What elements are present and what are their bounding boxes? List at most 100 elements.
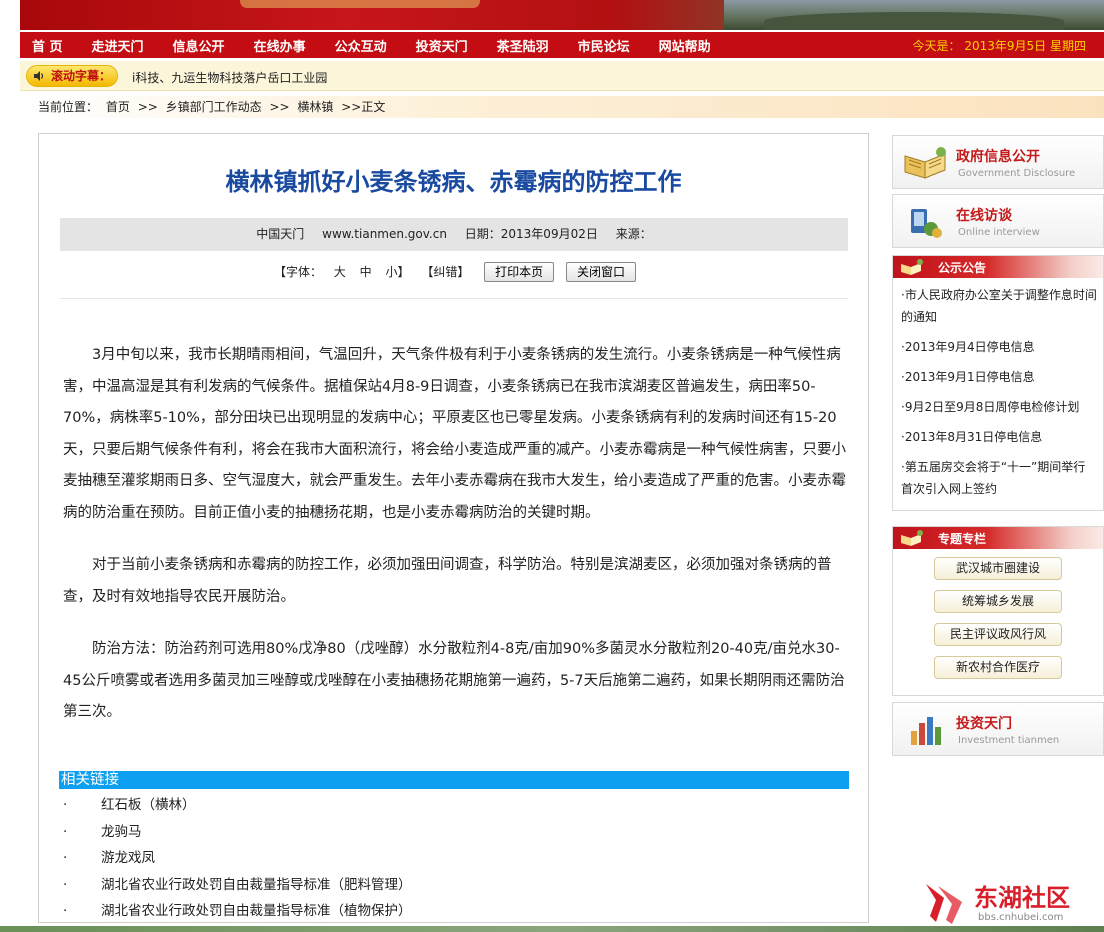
article-meta: 中国天门 www.tianmen.gov.cn 日期：2013年09月02日 来… [60,218,848,251]
notice-list: ·市人民政府办公室关于调整作息时间的通知 ·2013年9月4日停电信息 ·201… [893,278,1103,510]
article-paragraph: 防治方法：防治药剂可选用80%戊净80（戊唑醇）水分散粒剂4-8克/亩加90%多… [63,641,845,720]
breadcrumb-henglin[interactable]: 横林镇 [297,100,333,114]
forum-watermark: 东湖社区 bbs.cnhubei.com [922,876,1098,928]
related-link[interactable]: 湖北省农业行政处罚自由裁量指导标准（植物保护） [101,903,412,919]
taskbar-strip [0,926,1104,932]
article-title: 横林镇抓好小麦条锈病、赤霉病的防控工作 [225,167,682,196]
notice-panel-title: 公示公告 [938,261,987,275]
gov-disclosure-subtitle: Government Disclosure [958,168,1076,179]
main-nav: 首 页 走进天门 信息公开 在线办事 公众互动 投资天门 茶圣陆羽 市民论坛 网… [20,32,1104,58]
related-link[interactable]: 湖北省农业行政处罚自由裁量指导标准（肥料管理） [101,877,412,893]
font-size-mid-link[interactable]: 中 [360,265,372,279]
investment-title: 投资天门 [956,716,1012,732]
donghu-logo-icon [926,884,962,924]
related-link-item: · 湖北省农业行政处罚自由裁量指导标准（植物保护） [63,898,843,925]
notice-panel-header: 公示公告 [893,256,1103,278]
interview-icon [911,209,942,238]
top-banner [20,0,1104,30]
investment-subtitle: Investment tianmen [958,735,1060,746]
related-link-item: · 湖北省农业行政处罚自由裁量指导标准（肥料管理） [63,872,843,899]
article-body: 3月中旬以来，我市长期晴雨相间，气温回升，天气条件极有利于小麦条锈病的发生流行。… [63,340,847,750]
online-interview-title: 在线访谈 [956,208,1012,224]
gov-disclosure-title: 政府信息公开 [956,149,1040,165]
nav-item-forum[interactable]: 市民论坛 [578,36,630,55]
bullet: · [63,823,68,840]
nav-item-luyu[interactable]: 茶圣陆羽 [497,36,549,55]
meta-url: www.tianmen.gov.cn [322,227,447,241]
print-page-button[interactable]: 打印本页 [484,262,555,282]
topic-button-rural-medical[interactable]: 新农村合作医疗 [934,656,1062,679]
breadcrumb-dept-news[interactable]: 乡镇部门工作动态 [166,100,262,114]
bullet: · [63,850,68,866]
nav-item-interaction[interactable]: 公众互动 [335,36,387,55]
font-size-big-link[interactable]: 大 [334,265,346,279]
meta-source: 来源： [615,227,652,241]
font-size-small-link[interactable]: 小】 [385,265,409,279]
notice-item[interactable]: ·市人民政府办公室关于调整作息时间的通知 [893,280,1103,332]
ticker-label-badge: 滚动字幕： [26,65,119,87]
banner-landscape [724,0,1104,30]
watermark-url: bbs.cnhubei.com [978,912,1064,923]
article-container: 横林镇抓好小麦条锈病、赤霉病的防控工作 中国天门 www.tianmen.gov… [38,133,869,923]
online-interview-subtitle: Online interview [958,227,1040,238]
notice-item[interactable]: ·2013年9月1日停电信息 [893,362,1103,392]
notice-item[interactable]: ·2013年9月4日停电信息 [893,332,1103,362]
related-link[interactable]: 红石板（横林） [101,797,196,813]
topic-list: 武汉城市圈建设 统筹城乡发展 民主评议政风行风 新农村合作医疗 [893,549,1103,695]
nav-item-home[interactable]: 首 页 [32,36,63,55]
nav-item-invest[interactable]: 投资天门 [416,36,468,55]
breadcrumb-sep: >> [269,100,290,114]
breadcrumb-sep: >> [137,100,158,114]
close-window-button[interactable]: 关闭窗口 [566,262,637,282]
bullet: · [63,876,68,893]
article-paragraph: 对于当前小麦条锈病和赤霉病的防控工作，必须加强田间调查，科学防治。特别是滨湖麦区… [63,557,832,605]
topic-button-urban-rural[interactable]: 统筹城乡发展 [934,590,1062,613]
scrolling-ticker: 滚动字幕： i科技、九运生物科技落户岳口工业园 [20,61,1104,91]
related-link[interactable]: 游龙戏凤 [101,850,155,866]
breadcrumb-current: >>正文 [341,100,386,114]
breadcrumb-prefix: 当前位置： [38,100,99,114]
related-link-item: · 红石板（横林） [63,792,843,819]
related-links-list: · 红石板（横林） · 龙驹马 · 游龙戏凤 · 湖北省农业行政处罚自由裁量指导标准（肥… [63,792,843,925]
watermark-name: 东湖社区 [974,884,1070,912]
notice-header-icon [901,259,923,275]
online-interview-banner[interactable]: 在线访谈 Online interview [892,194,1104,248]
today-date: 今天是： 2013年9月5日 星期四 [912,39,1086,53]
topics-panel-header: 专题专栏 [893,527,1103,549]
banner-glow [240,0,480,8]
notice-item[interactable]: ·9月2日至9月8日周停电检修计划 [893,392,1103,422]
related-link[interactable]: 龙驹马 [101,824,142,840]
nav-item-info[interactable]: 信息公开 [173,36,225,55]
bar-chart-icon [911,717,941,745]
topic-button-democratic-review[interactable]: 民主评议政风行风 [934,623,1062,646]
related-link-item: · 游龙戏凤 [63,845,843,872]
article-paragraph: 3月中旬以来，我市长期晴雨相间，气温回升，天气条件极有利于小麦条锈病的发生流行。… [63,347,846,521]
ticker-text[interactable]: i科技、九运生物科技落户岳口工业园 [132,69,327,86]
meta-site: 中国天门 [256,227,305,241]
nav-item-help[interactable]: 网站帮助 [659,36,711,55]
divider [60,298,848,299]
correction-link[interactable]: 【纠错】 [421,265,469,279]
breadcrumb: 当前位置： 首页 >> 乡镇部门工作动态 >> 横林镇 >>正文 [20,96,1104,118]
font-size-label: 【字体： [273,264,322,279]
investment-banner[interactable]: 投资天门 Investment tianmen [892,702,1104,756]
bullet: · [63,797,68,813]
notice-panel: 公示公告 ·市人民政府办公室关于调整作息时间的通知 ·2013年9月4日停电信息… [892,255,1104,511]
ticker-label: 滚动字幕： [51,69,112,83]
meta-date: 日期：2013年09月02日 [464,227,598,241]
related-links-header: 相关链接 [59,771,849,789]
nav-item-about[interactable]: 走进天门 [92,36,144,55]
notice-item[interactable]: ·2013年8月31日停电信息 [893,422,1103,452]
topic-button-wuhan[interactable]: 武汉城市圈建设 [934,557,1062,580]
nav-item-services[interactable]: 在线办事 [254,36,306,55]
topics-header-icon [901,530,923,546]
open-book-icon [904,147,946,179]
bullet: · [63,903,68,919]
speaker-icon [34,71,44,81]
notice-item[interactable]: ·第五届房交会将于“十一”期间举行 首次引入网上签约 [893,452,1103,504]
article-tools: 【字体： 大 中 小】 【纠错】 打印本页 关闭窗口 [39,262,868,282]
topics-panel: 专题专栏 武汉城市圈建设 统筹城乡发展 民主评议政风行风 新农村合作医疗 [892,526,1104,696]
gov-disclosure-banner[interactable]: 政府信息公开 Government Disclosure [892,135,1104,189]
breadcrumb-home[interactable]: 首页 [106,100,130,114]
topics-panel-title: 专题专栏 [938,532,987,546]
